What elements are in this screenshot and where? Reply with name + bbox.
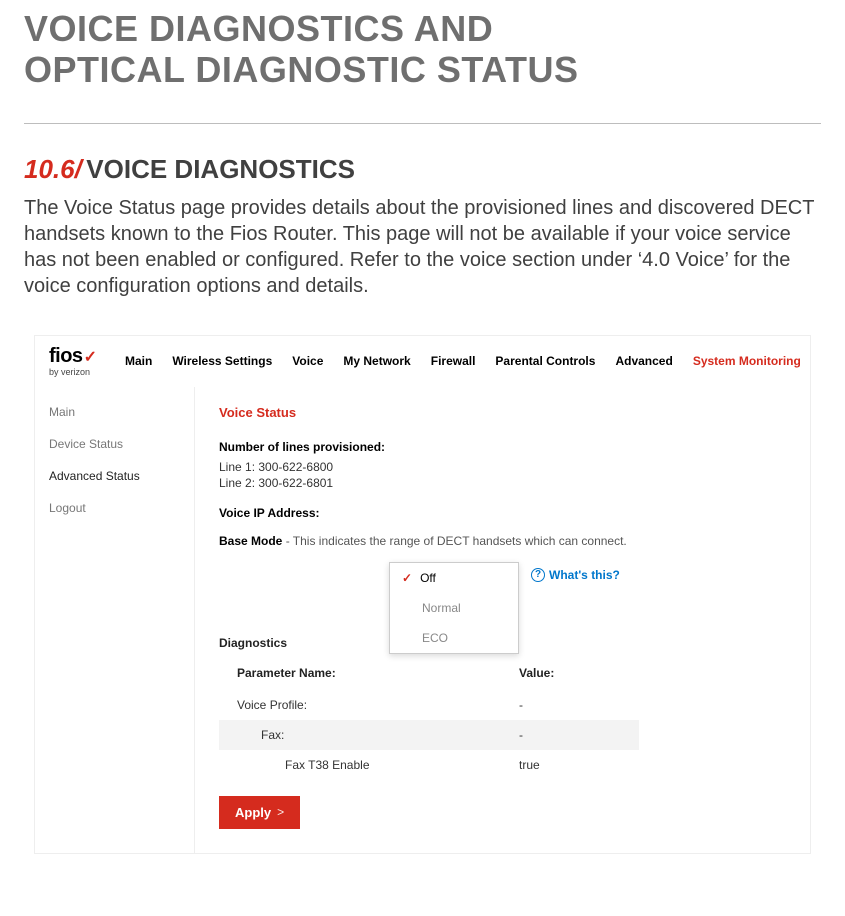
- router-admin-ui: fios ✓ by verizon Main Wireless Settings…: [34, 335, 811, 854]
- nav-my-network[interactable]: My Network: [343, 354, 410, 368]
- dropdown-option-label: ECO: [422, 631, 448, 645]
- whats-this-label: What's this?: [549, 568, 620, 582]
- heading-line-1: VOICE DIAGNOSTICS AND: [24, 8, 493, 49]
- section-number: 10.6/: [24, 154, 82, 184]
- check-icon: ✓: [402, 571, 412, 585]
- content-area: Voice Status Number of lines provisioned…: [195, 387, 810, 853]
- dropdown-option-label: Normal: [422, 601, 461, 615]
- divider: [24, 123, 821, 124]
- nav-firewall[interactable]: Firewall: [431, 354, 476, 368]
- page-heading: VOICE DIAGNOSTICS AND OPTICAL DIAGNOSTIC…: [24, 0, 821, 91]
- nav-voice[interactable]: Voice: [292, 354, 323, 368]
- section-heading: 10.6/ VOICE DIAGNOSTICS: [24, 154, 821, 185]
- sidebar-item-advanced-status[interactable]: Advanced Status: [49, 469, 194, 483]
- heading-line-2: OPTICAL DIAGNOSTIC STATUS: [24, 49, 579, 90]
- apply-button[interactable]: Apply >: [219, 796, 300, 829]
- whats-this-link[interactable]: ? What's this?: [531, 568, 620, 582]
- base-mode-control-row: ✓ Off Normal ECO ? What's this?: [219, 562, 786, 602]
- section-body: The Voice Status page provides details a…: [24, 195, 821, 299]
- nav-wireless-settings[interactable]: Wireless Settings: [172, 354, 272, 368]
- logo: fios ✓ by verizon: [49, 346, 97, 377]
- sidebar: Main Device Status Advanced Status Logou…: [35, 387, 195, 853]
- app-header: fios ✓ by verizon Main Wireless Settings…: [35, 336, 810, 387]
- line-2: Line 2: 300-622-6801: [219, 476, 786, 490]
- diagnostics-header-row: Parameter Name: Value:: [219, 660, 639, 690]
- base-mode-dropdown[interactable]: ✓ Off Normal ECO: [389, 562, 519, 654]
- logo-check-icon: ✓: [84, 350, 97, 366]
- base-mode-label: Base Mode: [219, 534, 282, 548]
- cell-value: -: [519, 728, 639, 742]
- dropdown-option-label: Off: [420, 571, 436, 585]
- cell-param: Fax T38 Enable: [237, 758, 519, 772]
- base-mode-row: Base Mode - This indicates the range of …: [219, 534, 786, 548]
- nav-system-monitoring[interactable]: System Monitoring: [693, 354, 801, 368]
- cell-param: Fax:: [237, 728, 519, 742]
- cell-value: true: [519, 758, 639, 772]
- logo-brand: fios: [49, 346, 83, 366]
- dropdown-option-eco[interactable]: ECO: [390, 623, 518, 653]
- nav-main[interactable]: Main: [125, 354, 152, 368]
- apply-label: Apply: [235, 805, 271, 820]
- sidebar-item-logout[interactable]: Logout: [49, 501, 194, 515]
- line-1: Line 1: 300-622-6800: [219, 460, 786, 474]
- content-title: Voice Status: [219, 405, 786, 420]
- chevron-right-icon: >: [277, 805, 284, 819]
- header-parameter: Parameter Name:: [237, 666, 519, 680]
- header-value: Value:: [519, 666, 639, 680]
- dropdown-option-off[interactable]: ✓ Off: [390, 563, 518, 593]
- nav-advanced[interactable]: Advanced: [615, 354, 672, 368]
- voice-ip-label: Voice IP Address:: [219, 506, 786, 520]
- table-row: Fax T38 Enable true: [219, 750, 639, 780]
- diagnostics-table: Parameter Name: Value: Voice Profile: - …: [219, 660, 639, 780]
- question-icon: ?: [531, 568, 545, 582]
- nav-parental-controls[interactable]: Parental Controls: [495, 354, 595, 368]
- top-nav: Main Wireless Settings Voice My Network …: [119, 354, 801, 368]
- base-mode-desc: - This indicates the range of DECT hands…: [282, 534, 626, 548]
- section-title: VOICE DIAGNOSTICS: [86, 154, 355, 184]
- cell-param: Voice Profile:: [237, 698, 519, 712]
- sidebar-item-main[interactable]: Main: [49, 405, 194, 419]
- cell-value: -: [519, 698, 639, 712]
- provisioned-lines: Line 1: 300-622-6800 Line 2: 300-622-680…: [219, 460, 786, 490]
- lines-provisioned-label: Number of lines provisioned:: [219, 440, 786, 454]
- dropdown-option-normal[interactable]: Normal: [390, 593, 518, 623]
- table-row: Fax: -: [219, 720, 639, 750]
- table-row: Voice Profile: -: [219, 690, 639, 720]
- logo-subtext: by verizon: [49, 368, 97, 377]
- sidebar-item-device-status[interactable]: Device Status: [49, 437, 194, 451]
- app-body: Main Device Status Advanced Status Logou…: [35, 387, 810, 853]
